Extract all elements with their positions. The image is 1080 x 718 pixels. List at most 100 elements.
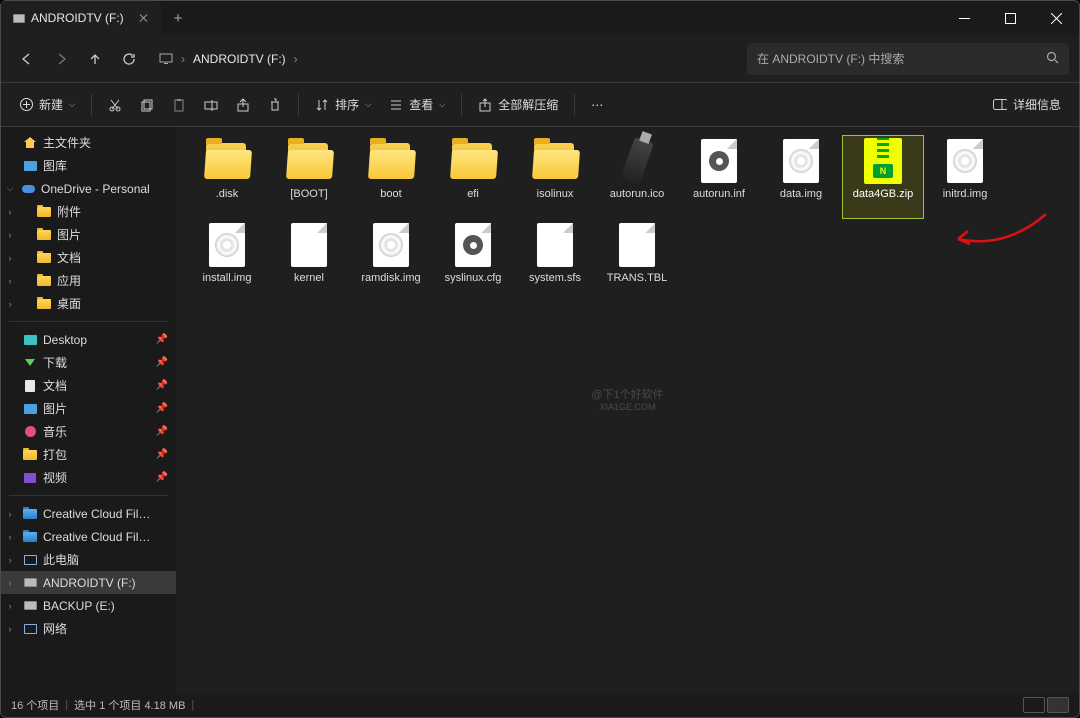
file-icon <box>284 222 334 268</box>
new-button[interactable]: 新建 ⌵ <box>11 91 83 119</box>
quick-icon <box>23 357 37 369</box>
chevron-right-icon[interactable]: › <box>5 207 15 217</box>
extract-all-button[interactable]: 全部解压缩 <box>470 91 566 119</box>
file-item[interactable]: boot <box>350 135 432 219</box>
sidebar-item[interactable]: ›此电脑 <box>1 548 176 571</box>
sidebar-item[interactable]: ›图片 <box>1 223 176 246</box>
sidebar-item[interactable]: ›附件 <box>1 200 176 223</box>
sidebar-item[interactable]: 视频📌 <box>1 466 176 489</box>
sidebar-label: 文档 <box>43 377 67 394</box>
search-input[interactable]: 在 ANDROIDTV (F:) 中搜索 <box>747 43 1069 75</box>
rename-button[interactable] <box>196 91 226 119</box>
file-item[interactable]: initrd.img <box>924 135 1006 219</box>
file-item[interactable]: [BOOT] <box>268 135 350 219</box>
sidebar-item[interactable]: Desktop📌 <box>1 328 176 351</box>
file-label: syslinux.cfg <box>443 272 504 285</box>
file-item[interactable]: Ndata4GB.zip <box>842 135 924 219</box>
sidebar-item[interactable]: ›应用 <box>1 269 176 292</box>
sidebar-item[interactable]: ›桌面 <box>1 292 176 315</box>
location-icon <box>23 554 37 566</box>
chevron-right-icon[interactable]: › <box>5 532 15 542</box>
delete-button[interactable] <box>260 91 290 119</box>
chevron-right-icon[interactable]: › <box>5 555 15 565</box>
sidebar-item[interactable]: ›BACKUP (E:) <box>1 594 176 617</box>
file-icon <box>202 138 252 184</box>
window-controls <box>941 1 1079 35</box>
file-item[interactable]: efi <box>432 135 514 219</box>
sidebar-item[interactable]: 下载📌 <box>1 351 176 374</box>
chevron-right-icon[interactable]: › <box>5 299 15 309</box>
window-tab[interactable]: ANDROIDTV (F:) <box>1 1 161 35</box>
chevron-down-icon: ⌵ <box>69 100 75 110</box>
sidebar-item[interactable]: ›网络 <box>1 617 176 640</box>
details-button[interactable]: 详细信息 <box>985 91 1069 119</box>
paste-button[interactable] <box>164 91 194 119</box>
breadcrumb-segment[interactable]: ANDROIDTV (F:) <box>193 52 286 66</box>
sidebar-item[interactable]: ›文档 <box>1 246 176 269</box>
file-list[interactable]: .disk[BOOT]bootefiisolinuxautorun.icoaut… <box>176 127 1079 693</box>
file-item[interactable]: syslinux.cfg <box>432 219 514 303</box>
file-label: initrd.img <box>941 188 990 201</box>
sidebar-item-onedrive[interactable]: ⌵ OneDrive - Personal <box>1 177 176 200</box>
sidebar-item-gallery[interactable]: 图库 <box>1 154 176 177</box>
sidebar-item[interactable]: ›Creative Cloud Files Persona <box>1 525 176 548</box>
forward-button[interactable] <box>45 43 77 75</box>
file-item[interactable]: .disk <box>186 135 268 219</box>
chevron-right-icon[interactable]: › <box>5 601 15 611</box>
pin-icon: 📌 <box>156 403 168 414</box>
file-label: TRANS.TBL <box>605 272 670 285</box>
chevron-down-icon: ⌵ <box>439 100 445 110</box>
file-item[interactable]: install.img <box>186 219 268 303</box>
file-item[interactable]: isolinux <box>514 135 596 219</box>
maximize-button[interactable] <box>987 1 1033 35</box>
cut-button[interactable] <box>100 91 130 119</box>
file-item[interactable]: ramdisk.img <box>350 219 432 303</box>
location-icon <box>23 531 37 543</box>
list-view-button[interactable] <box>1023 697 1045 713</box>
copy-button[interactable] <box>132 91 162 119</box>
share-button[interactable] <box>228 91 258 119</box>
file-item[interactable]: TRANS.TBL <box>596 219 678 303</box>
paste-icon <box>172 98 186 112</box>
file-item[interactable]: autorun.inf <box>678 135 760 219</box>
location-icon <box>23 600 37 612</box>
view-toggle <box>1023 697 1069 713</box>
view-button[interactable]: 查看 ⌵ <box>381 91 453 119</box>
sidebar-item[interactable]: 音乐📌 <box>1 420 176 443</box>
chevron-right-icon[interactable]: › <box>5 578 15 588</box>
sidebar-item-home[interactable]: 主文件夹 <box>1 131 176 154</box>
minimize-button[interactable] <box>941 1 987 35</box>
sidebar-item[interactable]: ›Creative Cloud Files dragon <box>1 502 176 525</box>
up-button[interactable] <box>79 43 111 75</box>
file-item[interactable]: system.sfs <box>514 219 596 303</box>
refresh-icon <box>122 52 136 66</box>
sort-button[interactable]: 排序 ⌵ <box>307 91 379 119</box>
chevron-right-icon[interactable]: › <box>5 624 15 634</box>
pin-icon: 📌 <box>156 449 168 460</box>
address-bar[interactable]: › ANDROIDTV (F:) › <box>151 43 741 75</box>
chevron-right-icon[interactable]: › <box>5 230 15 240</box>
file-item[interactable]: kernel <box>268 219 350 303</box>
drive-icon <box>13 14 25 23</box>
sidebar-item[interactable]: 打包📌 <box>1 443 176 466</box>
chevron-right-icon[interactable]: › <box>5 276 15 286</box>
status-selection: 选中 1 个项目 4.18 MB <box>74 697 185 713</box>
sidebar-item[interactable]: 文档📌 <box>1 374 176 397</box>
close-icon[interactable] <box>139 13 149 23</box>
chevron-down-icon[interactable]: ⌵ <box>5 183 15 194</box>
folder-icon <box>37 298 51 310</box>
back-button[interactable] <box>11 43 43 75</box>
file-item[interactable]: data.img <box>760 135 842 219</box>
new-tab-button[interactable]: + <box>161 1 195 35</box>
sidebar-item[interactable]: 图片📌 <box>1 397 176 420</box>
sidebar-label: ANDROIDTV (F:) <box>43 576 136 590</box>
grid-view-button[interactable] <box>1047 697 1069 713</box>
close-button[interactable] <box>1033 1 1079 35</box>
chevron-right-icon[interactable]: › <box>5 509 15 519</box>
more-button[interactable]: ⋯ <box>583 91 611 119</box>
quick-icon <box>23 426 37 438</box>
file-item[interactable]: autorun.ico <box>596 135 678 219</box>
refresh-button[interactable] <box>113 43 145 75</box>
chevron-right-icon[interactable]: › <box>5 253 15 263</box>
sidebar-item[interactable]: › ANDROIDTV (F:) <box>1 571 176 594</box>
